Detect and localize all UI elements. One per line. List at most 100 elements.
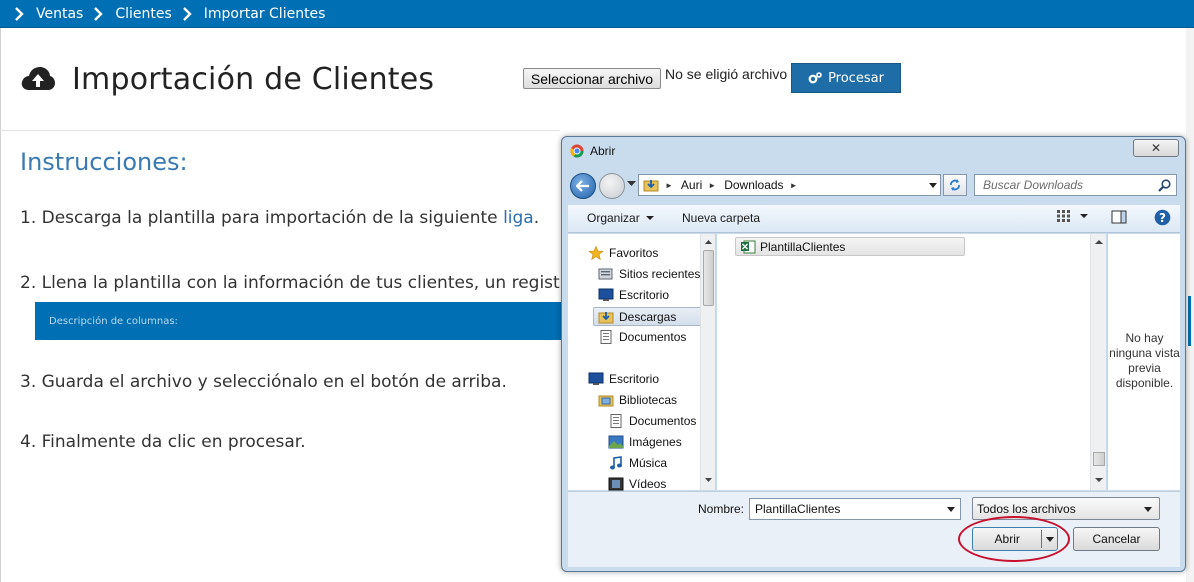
navigation-scrollbar[interactable] — [700, 234, 715, 490]
instruction-step-4: 4. Finalmente da clic en procesar. — [20, 432, 306, 452]
filename-value: PlantillaClientes — [755, 502, 841, 516]
desktop-icon — [588, 372, 604, 385]
change-view-button[interactable] — [1056, 209, 1090, 223]
path-segment-downloads[interactable]: Downloads — [724, 178, 783, 192]
breadcrumb-clientes[interactable]: Clientes — [93, 5, 172, 22]
search-placeholder: Buscar Downloads — [983, 178, 1084, 192]
breadcrumb-ventas[interactable]: Ventas — [14, 6, 83, 22]
address-bar[interactable]: ► Auri ► Downloads ► — [638, 174, 941, 196]
nav-item-label: Sitios recientes — [619, 267, 701, 281]
organize-menu[interactable]: Organizar — [587, 211, 656, 225]
refresh-button[interactable] — [943, 174, 967, 196]
chevron-right-icon — [94, 6, 104, 21]
dialog-title-bar: Abrir — [570, 144, 615, 158]
instruction-step-1: 1. Descarga la plantilla para importació… — [20, 208, 539, 228]
breadcrumb-importar-clientes[interactable]: Importar Clientes — [182, 6, 325, 22]
nav-item-label: Imágenes — [629, 435, 682, 449]
file-item-plantillaclientes[interactable]: PlantillaClientes — [735, 237, 965, 256]
process-button[interactable]: Procesar — [791, 63, 901, 93]
scroll-up-icon[interactable] — [1091, 236, 1107, 248]
back-button[interactable] — [570, 173, 596, 199]
nav-item-sitios-recientes[interactable]: Sitios recientes — [598, 267, 700, 281]
scroll-up-icon[interactable] — [701, 236, 716, 248]
scroll-down-icon[interactable] — [1091, 474, 1107, 486]
template-download-link[interactable]: liga — [503, 208, 534, 228]
search-icon[interactable] — [1158, 179, 1171, 192]
path-separator-icon[interactable]: ► — [665, 181, 673, 190]
chevron-right-icon — [15, 6, 24, 21]
step-text-end: . — [533, 208, 540, 228]
path-separator-icon[interactable]: ► — [708, 181, 716, 190]
nav-item-label: Favoritos — [609, 246, 659, 260]
preview-pane: No hay ninguna vista previa disponible. — [1107, 234, 1180, 490]
nav-item-documentos[interactable]: Documentos — [598, 330, 686, 344]
page-left-border — [0, 28, 1, 582]
file-list-pane: PlantillaClientes — [717, 234, 1093, 490]
view-grid-icon — [1057, 210, 1070, 222]
forward-button[interactable] — [599, 173, 625, 199]
help-button[interactable]: ? — [1154, 209, 1171, 226]
search-input[interactable]: Buscar Downloads — [974, 174, 1177, 196]
file-name: PlantillaClientes — [760, 239, 846, 254]
star-icon — [588, 246, 604, 260]
page-title: Importación de Clientes — [72, 61, 435, 97]
videos-icon — [608, 477, 624, 491]
recent-places-icon — [598, 268, 613, 280]
columns-description-bar[interactable]: Descripción de columnas: — [35, 302, 561, 340]
nav-item-favoritos[interactable]: Favoritos — [588, 246, 658, 260]
documents-icon — [600, 330, 612, 344]
path-separator-icon[interactable]: ► — [790, 181, 798, 190]
breadcrumb-label: Ventas — [36, 5, 84, 22]
nav-item-label: Documentos — [619, 330, 687, 344]
no-preview-message: No hay ninguna vista previa disponible. — [1109, 331, 1180, 390]
chevron-down-icon — [1080, 214, 1088, 218]
chevron-right-icon — [182, 6, 192, 21]
excel-file-icon — [741, 240, 756, 253]
cancel-button[interactable]: Cancelar — [1073, 527, 1160, 551]
nav-item-imagenes[interactable]: Imágenes — [608, 435, 682, 449]
filename-input[interactable]: PlantillaClientes — [749, 498, 961, 520]
nav-item-label: Música — [629, 456, 668, 470]
music-icon — [610, 456, 622, 470]
select-file-button[interactable]: Seleccionar archivo — [523, 68, 661, 89]
navigation-scroll-thumb[interactable] — [703, 250, 714, 306]
columns-description-label: Descripción de columnas: — [49, 315, 178, 327]
nav-item-escritorio[interactable]: Escritorio — [598, 288, 669, 302]
help-icon: ? — [1154, 209, 1171, 226]
instruction-step-2: 2. Llena la plantilla con la información… — [20, 273, 593, 293]
nav-item-bibliotecas[interactable]: Bibliotecas — [598, 393, 677, 407]
breadcrumb-label: Clientes — [115, 5, 172, 22]
organize-label: Organizar — [587, 211, 640, 225]
refresh-icon — [950, 179, 960, 191]
images-icon — [608, 435, 624, 449]
nav-item-documentos-lib[interactable]: Documentos — [608, 414, 696, 428]
libraries-icon — [598, 395, 614, 407]
scroll-down-icon[interactable] — [701, 474, 716, 486]
svg-text:?: ? — [1159, 211, 1166, 225]
nav-item-descargas[interactable]: Descargas — [593, 307, 709, 326]
chevron-down-icon[interactable] — [946, 505, 956, 513]
dialog-title: Abrir — [590, 144, 616, 158]
desktop-icon — [598, 288, 614, 301]
nav-item-musica[interactable]: Música — [608, 456, 667, 470]
history-dropdown-icon[interactable] — [627, 181, 636, 187]
file-list-scroll-thumb[interactable] — [1093, 452, 1105, 466]
address-dropdown-icon[interactable] — [928, 180, 938, 190]
nav-item-escritorio-root[interactable]: Escritorio — [588, 372, 659, 386]
step-text: 1. Descarga la plantilla para importació… — [20, 208, 504, 228]
preview-pane-icon — [1111, 210, 1127, 224]
close-icon: ✕ — [1150, 141, 1162, 155]
preview-pane-toggle[interactable] — [1111, 210, 1127, 224]
path-segment-auri[interactable]: Auri — [681, 178, 702, 192]
nav-item-label: Descargas — [619, 309, 677, 324]
nav-item-label: Vídeos — [629, 477, 667, 491]
new-folder-button[interactable]: Nueva carpeta — [682, 211, 760, 225]
file-status-text: No se eligió archivo — [665, 66, 788, 82]
nav-item-videos[interactable]: Vídeos — [608, 477, 666, 491]
chrome-icon — [570, 144, 584, 158]
cancel-button-label: Cancelar — [1092, 532, 1141, 546]
file-list-scrollbar[interactable] — [1090, 234, 1106, 490]
dialog-toolbar: Organizar Nueva carpeta ? — [568, 205, 1180, 233]
dialog-close-button[interactable]: ✕ — [1133, 139, 1179, 157]
documents-icon — [610, 414, 622, 428]
